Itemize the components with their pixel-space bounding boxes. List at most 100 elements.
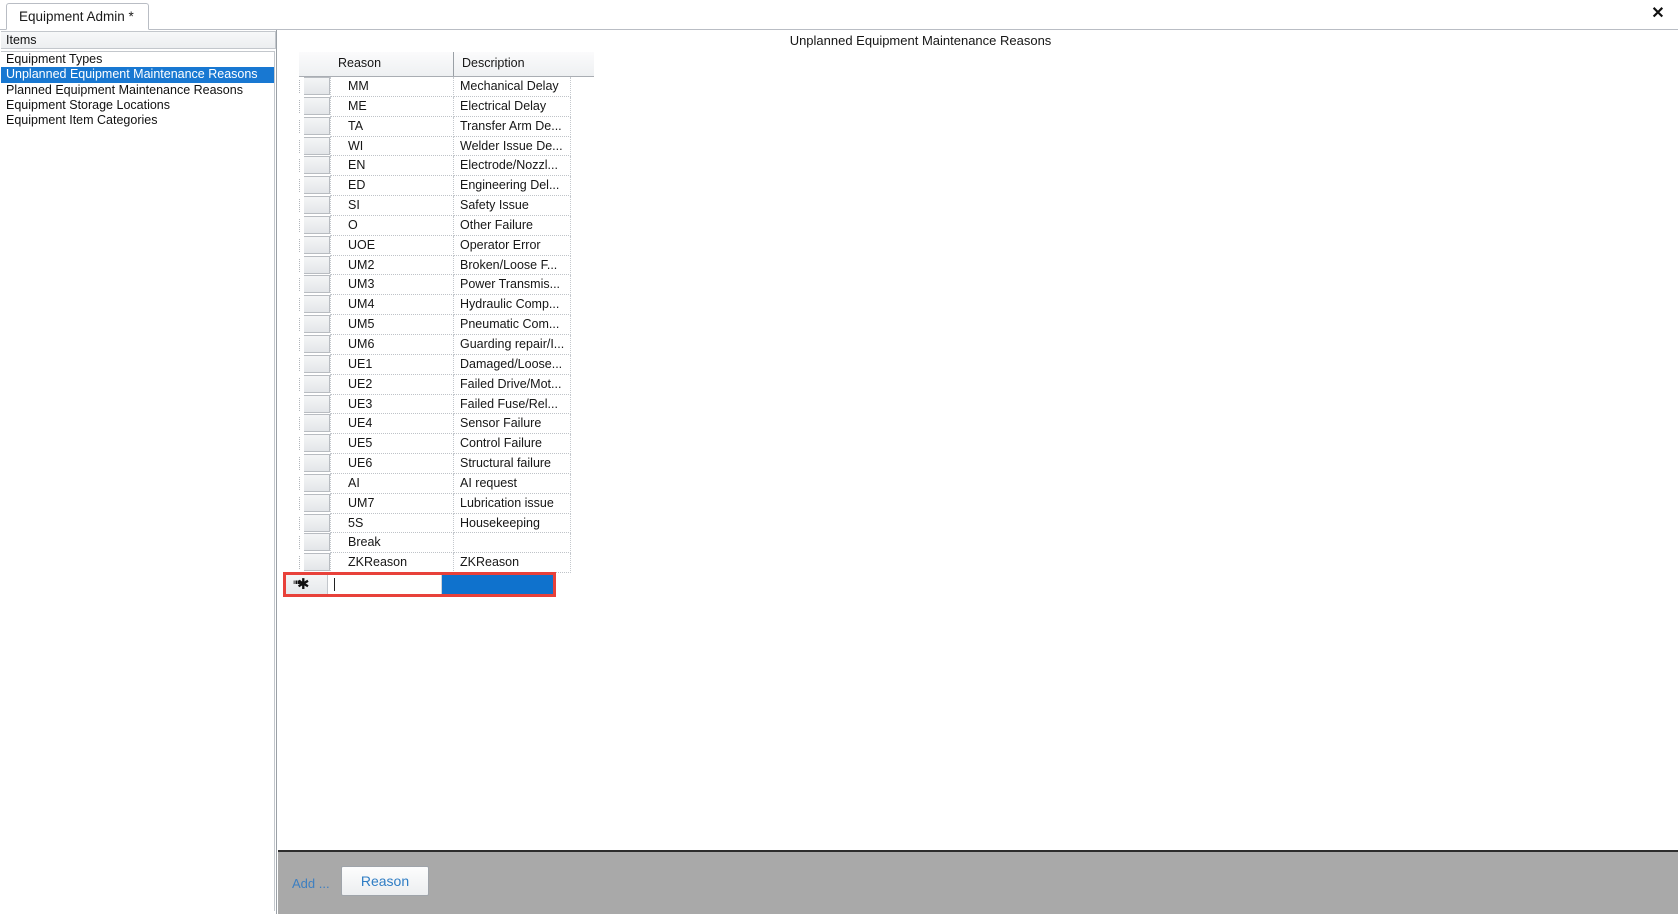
row-selector-cell[interactable]: [299, 116, 330, 137]
row-selector-cell[interactable]: [299, 334, 330, 355]
table-row[interactable]: Break: [299, 533, 594, 554]
row-selector-cell[interactable]: [299, 414, 330, 434]
row-selector-cell[interactable]: [299, 394, 330, 415]
row-selector-cell[interactable]: [299, 96, 330, 117]
row-header-button[interactable]: [304, 136, 330, 155]
table-row[interactable]: UM7 Lubrication issue: [299, 493, 594, 514]
cell-description[interactable]: Electrode/Nozzl...: [454, 156, 571, 177]
table-row[interactable]: ME Electrical Delay: [299, 96, 594, 117]
cell-description[interactable]: Power Transmis...: [454, 275, 571, 296]
reasons-grid[interactable]: Reason Description MM Mechanical Delay ME E…: [299, 52, 594, 574]
cell-description[interactable]: [454, 533, 571, 554]
cell-description[interactable]: Hydraulic Comp...: [454, 295, 571, 316]
cell-reason[interactable]: UM3: [330, 275, 454, 296]
row-header-button[interactable]: [304, 374, 330, 393]
row-header-button[interactable]: [304, 96, 330, 115]
row-header-button[interactable]: [304, 473, 330, 492]
grid-body[interactable]: MM Mechanical Delay ME Electrical Delay TA Tr…: [299, 77, 594, 574]
row-header-button[interactable]: [304, 255, 330, 274]
row-header-button[interactable]: [304, 414, 330, 433]
cell-reason[interactable]: UM2: [330, 255, 454, 276]
row-selector-cell[interactable]: [299, 196, 330, 216]
row-header-button[interactable]: [304, 215, 330, 234]
cell-reason[interactable]: UM5: [330, 315, 454, 335]
close-icon[interactable]: ✕: [1647, 3, 1669, 25]
table-row[interactable]: MM Mechanical Delay: [299, 77, 594, 97]
cell-reason[interactable]: UE3: [330, 394, 454, 415]
sidebar-item-2[interactable]: Planned Equipment Maintenance Reasons: [1, 83, 274, 98]
table-row[interactable]: UM6 Guarding repair/I...: [299, 334, 594, 355]
cell-description[interactable]: Broken/Loose F...: [454, 255, 571, 276]
row-header-button[interactable]: [304, 295, 330, 314]
cell-reason[interactable]: UE2: [330, 374, 454, 395]
cell-reason[interactable]: UM6: [330, 334, 454, 355]
cell-description[interactable]: Lubrication issue: [454, 493, 571, 514]
row-selector-cell[interactable]: [299, 255, 330, 276]
row-selector-cell[interactable]: [299, 275, 330, 295]
cell-reason[interactable]: AI: [330, 473, 454, 494]
row-header-button[interactable]: [304, 394, 330, 413]
add-reason-button[interactable]: Reason: [341, 866, 429, 896]
grid-header-reason[interactable]: Reason: [330, 52, 454, 76]
row-header-button[interactable]: [304, 553, 330, 572]
new-row-reason-input[interactable]: [328, 575, 442, 594]
row-header-button[interactable]: [304, 513, 330, 532]
row-header-button[interactable]: [304, 533, 330, 552]
cell-reason[interactable]: Break: [330, 533, 454, 554]
cell-reason[interactable]: UM4: [330, 295, 454, 316]
cell-description[interactable]: ZKReason: [454, 553, 571, 574]
sidebar-item-1[interactable]: Unplanned Equipment Maintenance Reasons: [1, 67, 274, 83]
row-header-button[interactable]: [304, 454, 330, 473]
row-selector-cell[interactable]: [299, 295, 330, 315]
cell-description[interactable]: Operator Error: [454, 235, 571, 256]
grid-header-description[interactable]: Description: [454, 52, 571, 76]
table-row[interactable]: UE6 Structural failure: [299, 454, 594, 474]
row-header-button[interactable]: [304, 196, 330, 215]
cell-description[interactable]: Mechanical Delay: [454, 77, 571, 97]
row-selector-cell[interactable]: [299, 136, 330, 157]
cell-reason[interactable]: ED: [330, 176, 454, 197]
table-row[interactable]: UE3 Failed Fuse/Rel...: [299, 394, 594, 415]
cell-description[interactable]: Other Failure: [454, 215, 571, 236]
cell-description[interactable]: Engineering Del...: [454, 176, 571, 197]
row-selector-cell[interactable]: [299, 493, 330, 514]
table-row[interactable]: UOE Operator Error: [299, 235, 594, 256]
grid-new-row[interactable]: ✱ ➠: [283, 572, 556, 597]
row-selector-cell[interactable]: [299, 215, 330, 236]
cell-reason[interactable]: EN: [330, 156, 454, 177]
table-row[interactable]: UM2 Broken/Loose F...: [299, 255, 594, 276]
cell-description[interactable]: Damaged/Loose...: [454, 354, 571, 375]
cell-reason[interactable]: UOE: [330, 235, 454, 256]
row-header-button[interactable]: [304, 176, 330, 195]
cell-reason[interactable]: WI: [330, 136, 454, 157]
table-row[interactable]: TA Transfer Arm De...: [299, 116, 594, 137]
cell-description[interactable]: Housekeeping: [454, 513, 571, 534]
row-selector-cell[interactable]: [299, 374, 330, 395]
cell-description[interactable]: Transfer Arm De...: [454, 116, 571, 137]
cell-reason[interactable]: UE5: [330, 434, 454, 455]
table-row[interactable]: UE1 Damaged/Loose...: [299, 354, 594, 375]
row-selector-cell[interactable]: [299, 473, 330, 494]
row-selector-cell[interactable]: [299, 533, 330, 553]
row-header-button[interactable]: [304, 334, 330, 353]
row-selector-cell[interactable]: [299, 235, 330, 256]
cell-reason[interactable]: UE4: [330, 414, 454, 435]
row-header-button[interactable]: [304, 354, 330, 373]
cell-description[interactable]: Guarding repair/I...: [454, 334, 571, 355]
cell-reason[interactable]: SI: [330, 196, 454, 216]
cell-description[interactable]: Structural failure: [454, 454, 571, 474]
table-row[interactable]: UE4 Sensor Failure: [299, 414, 594, 435]
table-row[interactable]: ED Engineering Del...: [299, 176, 594, 197]
row-selector-cell[interactable]: [299, 77, 330, 97]
table-row[interactable]: ZKReason ZKReason: [299, 553, 594, 574]
table-row[interactable]: UE2 Failed Drive/Mot...: [299, 374, 594, 395]
cell-description[interactable]: Welder Issue De...: [454, 136, 571, 157]
table-row[interactable]: SI Safety Issue: [299, 196, 594, 216]
sidebar-item-4[interactable]: Equipment Item Categories: [1, 113, 274, 128]
table-row[interactable]: 5S Housekeeping: [299, 513, 594, 534]
cell-reason[interactable]: ZKReason: [330, 553, 454, 574]
cell-description[interactable]: Failed Drive/Mot...: [454, 374, 571, 395]
add-label[interactable]: Add ...: [292, 876, 330, 891]
row-selector-cell[interactable]: [299, 156, 330, 176]
cell-description[interactable]: AI request: [454, 473, 571, 494]
